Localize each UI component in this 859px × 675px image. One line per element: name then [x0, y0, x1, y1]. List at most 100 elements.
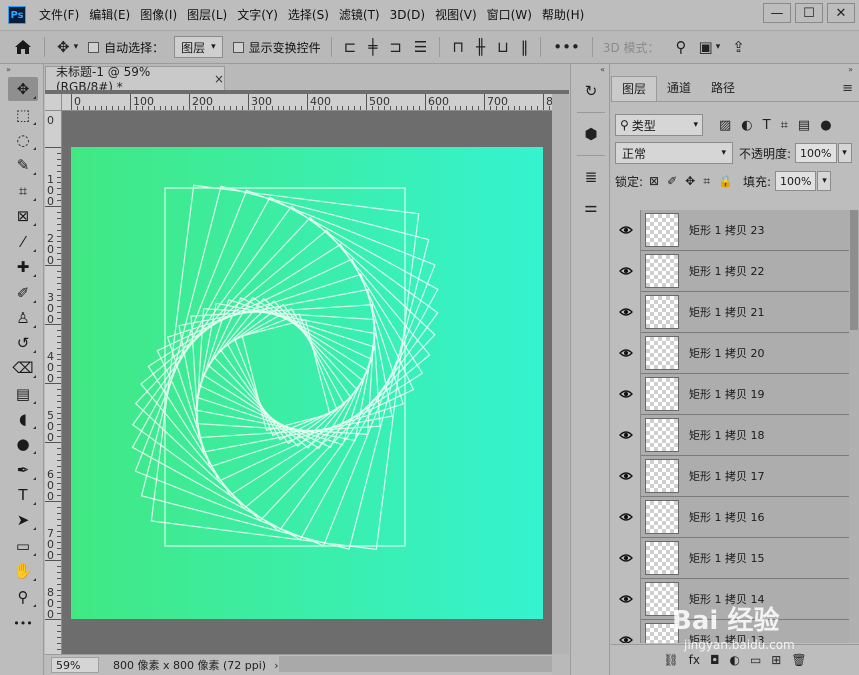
hand-tool[interactable]: ✋	[8, 559, 38, 583]
path-select-tool[interactable]: ➤	[8, 508, 38, 532]
filter-type-icon[interactable]: T	[763, 118, 771, 133]
menu-item[interactable]: 视图(V)	[430, 0, 482, 30]
dodge-tool[interactable]: ●	[8, 432, 38, 456]
align-right-icon[interactable]: ⊐	[383, 38, 408, 56]
show-transform-checkbox[interactable]: 显示变换控件	[229, 39, 325, 56]
layer-row[interactable]: 矩形 1 拷贝 16	[611, 496, 849, 538]
tab-paths[interactable]: 路径	[701, 76, 745, 101]
menu-item[interactable]: 图层(L)	[182, 0, 232, 30]
layer-name[interactable]: 矩形 1 拷贝 17	[689, 468, 765, 484]
visibility-eye-icon[interactable]	[611, 455, 641, 497]
menu-item[interactable]: 编辑(E)	[84, 0, 135, 30]
ruler-origin[interactable]	[45, 94, 62, 111]
zoom-level-field[interactable]: 59%	[51, 657, 99, 673]
layer-name[interactable]: 矩形 1 拷贝 18	[689, 427, 765, 443]
distribute-icon[interactable]: ☰	[408, 38, 433, 56]
layer-name[interactable]: 矩形 1 拷贝 16	[689, 509, 765, 525]
auto-select-target-select[interactable]: 图层 ▾	[174, 36, 223, 58]
mask-icon[interactable]: ◘	[710, 653, 720, 667]
filter-smart-icon[interactable]: ▤	[798, 118, 810, 133]
blur-tool[interactable]: ◖	[8, 407, 38, 431]
workspace-icon[interactable]: ▣ ▾	[693, 38, 727, 56]
layer-row[interactable]: 矩形 1 拷贝 18	[611, 414, 849, 456]
history-panel-icon[interactable]: ↻	[571, 76, 611, 106]
layer-name[interactable]: 矩形 1 拷贝 20	[689, 345, 765, 361]
layer-name[interactable]: 矩形 1 拷贝 13	[689, 632, 765, 643]
opacity-dropdown-icon[interactable]: ▾	[837, 143, 852, 163]
fx-icon[interactable]: fx	[689, 653, 700, 667]
auto-select-checkbox[interactable]: 自动选择：	[84, 39, 168, 56]
3d-panel-icon[interactable]: ⬢	[571, 119, 611, 149]
menu-item[interactable]: 帮助(H)	[537, 0, 589, 30]
document-vertical-scrollbar[interactable]	[552, 94, 569, 654]
layer-name[interactable]: 矩形 1 拷贝 15	[689, 550, 765, 566]
share-icon[interactable]: ⇪	[726, 38, 751, 56]
tab-channels[interactable]: 通道	[657, 76, 701, 101]
group-icon[interactable]: ▭	[750, 653, 761, 667]
paragraph-panel-icon[interactable]: ≣	[571, 162, 611, 192]
eraser-tool[interactable]: ⌫	[8, 356, 38, 380]
menu-item[interactable]: 3D(D)	[385, 0, 430, 30]
lock-transparent-icon[interactable]: ⊠	[649, 174, 659, 189]
layer-name[interactable]: 矩形 1 拷贝 14	[689, 591, 765, 607]
distribute-vertical-icon[interactable]: ‖	[515, 38, 535, 56]
visibility-eye-icon[interactable]	[611, 619, 641, 643]
visibility-eye-icon[interactable]	[611, 373, 641, 415]
vertical-ruler[interactable]: 0 100 200 300 400 500 600 700 800	[45, 111, 62, 654]
close-button[interactable]: ✕	[827, 3, 855, 23]
document-horizontal-scrollbar[interactable]	[279, 656, 552, 672]
menu-item[interactable]: 窗口(W)	[482, 0, 537, 30]
layer-list-scrollbar[interactable]	[849, 210, 859, 643]
menu-item[interactable]: 滤镜(T)	[334, 0, 385, 30]
panel-menu-icon[interactable]: ≡	[842, 76, 853, 101]
move-tool[interactable]: ✥	[8, 77, 38, 101]
align-left-icon[interactable]: ⊏	[338, 38, 363, 56]
horizontal-ruler[interactable]: 01002003004005006007008	[45, 94, 552, 111]
lock-all-icon[interactable]: 🔒	[718, 174, 733, 189]
new-layer-icon[interactable]: ⊞	[771, 653, 781, 667]
pen-tool[interactable]: ✒	[8, 458, 38, 482]
layer-row[interactable]: 矩形 1 拷贝 22	[611, 250, 849, 292]
visibility-eye-icon[interactable]	[611, 210, 641, 251]
fill-dropdown-icon[interactable]: ▾	[817, 171, 832, 191]
align-vcenter-icon[interactable]: ╫	[470, 38, 491, 56]
align-hcenter-icon[interactable]: ╪	[362, 38, 383, 56]
visibility-eye-icon[interactable]	[611, 291, 641, 333]
status-menu-arrow-icon[interactable]: ›	[274, 659, 278, 672]
frame-tool[interactable]: ⊠	[8, 204, 38, 228]
trash-icon[interactable]: 🗑	[791, 653, 806, 667]
gradient-tool[interactable]: ▤	[8, 382, 38, 406]
layer-name[interactable]: 矩形 1 拷贝 23	[689, 222, 765, 238]
document-tab[interactable]: 未标题-1 @ 59%(RGB/8#) * ×	[45, 65, 225, 94]
layer-name[interactable]: 矩形 1 拷贝 22	[689, 263, 765, 279]
move-tool-preset-icon[interactable]: ✥ ▾	[51, 38, 84, 56]
filter-shape-icon[interactable]: ⌗	[781, 118, 788, 133]
scrollbar-thumb[interactable]	[850, 210, 858, 330]
lock-artboard-icon[interactable]: ⌗	[703, 174, 710, 189]
minimize-button[interactable]: —	[763, 3, 791, 23]
filter-pixel-icon[interactable]: ▨	[719, 118, 731, 133]
marquee-tool[interactable]: ⬚	[8, 103, 38, 127]
properties-panel-icon[interactable]: ⚌	[571, 192, 611, 222]
layer-name[interactable]: 矩形 1 拷贝 21	[689, 304, 765, 320]
more-options-icon[interactable]: •••	[547, 38, 586, 56]
layer-row[interactable]: 矩形 1 拷贝 19	[611, 373, 849, 415]
lasso-tool[interactable]: ◌	[8, 128, 38, 152]
align-bottom-icon[interactable]: ⊔	[491, 38, 515, 56]
eyedropper-tool[interactable]: ⁄	[8, 230, 38, 254]
close-document-icon[interactable]: ×	[214, 72, 224, 86]
layer-row[interactable]: 矩形 1 拷贝 17	[611, 455, 849, 497]
stamp-tool[interactable]: ♙	[8, 306, 38, 330]
toolbox-collapse-icon[interactable]: »	[0, 64, 43, 76]
layer-filter-select[interactable]: ⚲ 类型 ▾	[615, 114, 703, 136]
blend-mode-select[interactable]: 正常 ▾	[615, 142, 733, 164]
visibility-eye-icon[interactable]	[611, 578, 641, 620]
align-top-icon[interactable]: ⊓	[446, 38, 470, 56]
search-icon[interactable]: ⚲	[670, 38, 693, 56]
layer-row[interactable]: 矩形 1 拷贝 21	[611, 291, 849, 333]
visibility-eye-icon[interactable]	[611, 414, 641, 456]
layer-row[interactable]: 矩形 1 拷贝 13	[611, 619, 849, 643]
crop-tool[interactable]: ⌗	[8, 179, 38, 203]
opacity-field[interactable]: 100%	[795, 143, 837, 163]
layer-name[interactable]: 矩形 1 拷贝 19	[689, 386, 765, 402]
